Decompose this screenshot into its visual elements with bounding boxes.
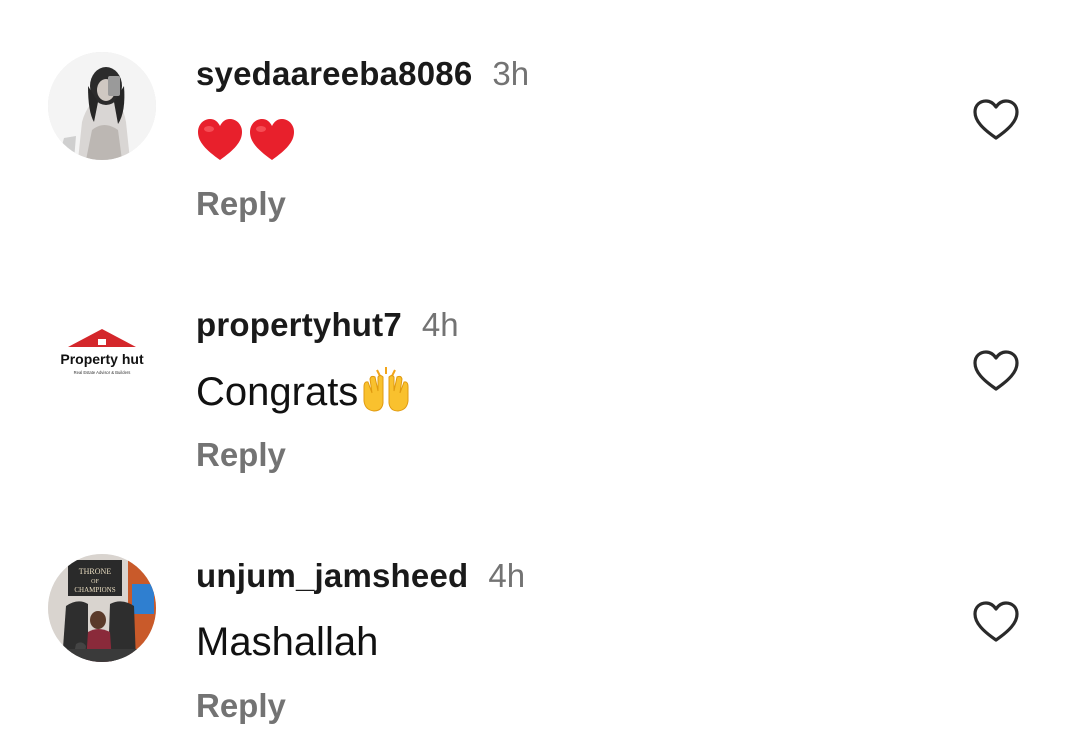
comment-text <box>196 114 296 175</box>
like-button[interactable] <box>972 349 1020 393</box>
svg-text:OF: OF <box>91 579 99 585</box>
logo-text: Property hut <box>60 351 144 367</box>
heart-outline-icon <box>973 601 1019 642</box>
comment-item: syedaareeba8086 3h Reply <box>0 8 1080 248</box>
like-button[interactable] <box>972 600 1020 644</box>
comment-timestamp: 3h <box>492 55 530 92</box>
person-photo-avatar: THRONE OF CHAMPIONS <box>48 554 156 662</box>
comment-text: Congrats <box>196 365 412 418</box>
comment-text-content: Congrats <box>196 370 359 414</box>
comment-timestamp: 4h <box>421 306 459 343</box>
heart-outline-icon <box>973 350 1019 391</box>
sign-text: THRONE <box>79 567 112 576</box>
heart-outline-icon <box>973 99 1019 140</box>
comment-username[interactable]: unjum_jamsheed <box>196 557 468 594</box>
comment-meta: unjum_jamsheed 4h <box>196 554 525 598</box>
reply-button[interactable]: Reply <box>196 433 286 477</box>
user-avatar[interactable]: Property hut Real Estate Advisor & Build… <box>48 303 156 411</box>
comment-username[interactable]: propertyhut7 <box>196 306 402 343</box>
comment-text: Mashallah <box>196 620 379 664</box>
comment-meta: propertyhut7 4h <box>196 303 459 347</box>
comment-item: Property hut Real Estate Advisor & Build… <box>0 259 1080 499</box>
reply-button[interactable]: Reply <box>196 182 286 226</box>
user-avatar[interactable]: THRONE OF CHAMPIONS <box>48 554 156 662</box>
raising-hands-emoji <box>363 367 409 412</box>
comment-username[interactable]: syedaareeba8086 <box>196 55 472 92</box>
reply-button[interactable]: Reply <box>196 684 286 728</box>
property-hut-logo-avatar: Property hut Real Estate Advisor & Build… <box>48 303 156 411</box>
person-photo-avatar <box>48 52 156 160</box>
svg-text:CHAMPIONS: CHAMPIONS <box>74 586 115 594</box>
logo-subtext: Real Estate Advisor & Builders <box>74 370 131 375</box>
comment-meta: syedaareeba8086 3h <box>196 52 529 96</box>
user-avatar[interactable] <box>48 52 156 160</box>
red-hearts-emoji <box>196 114 296 166</box>
comment-item: THRONE OF CHAMPIONS unjum_jamsheed 4h Mas… <box>0 510 1080 750</box>
comment-timestamp: 4h <box>488 557 526 594</box>
red-heart-emoji <box>250 119 294 160</box>
red-heart-emoji <box>198 119 242 160</box>
like-button[interactable] <box>972 98 1020 142</box>
